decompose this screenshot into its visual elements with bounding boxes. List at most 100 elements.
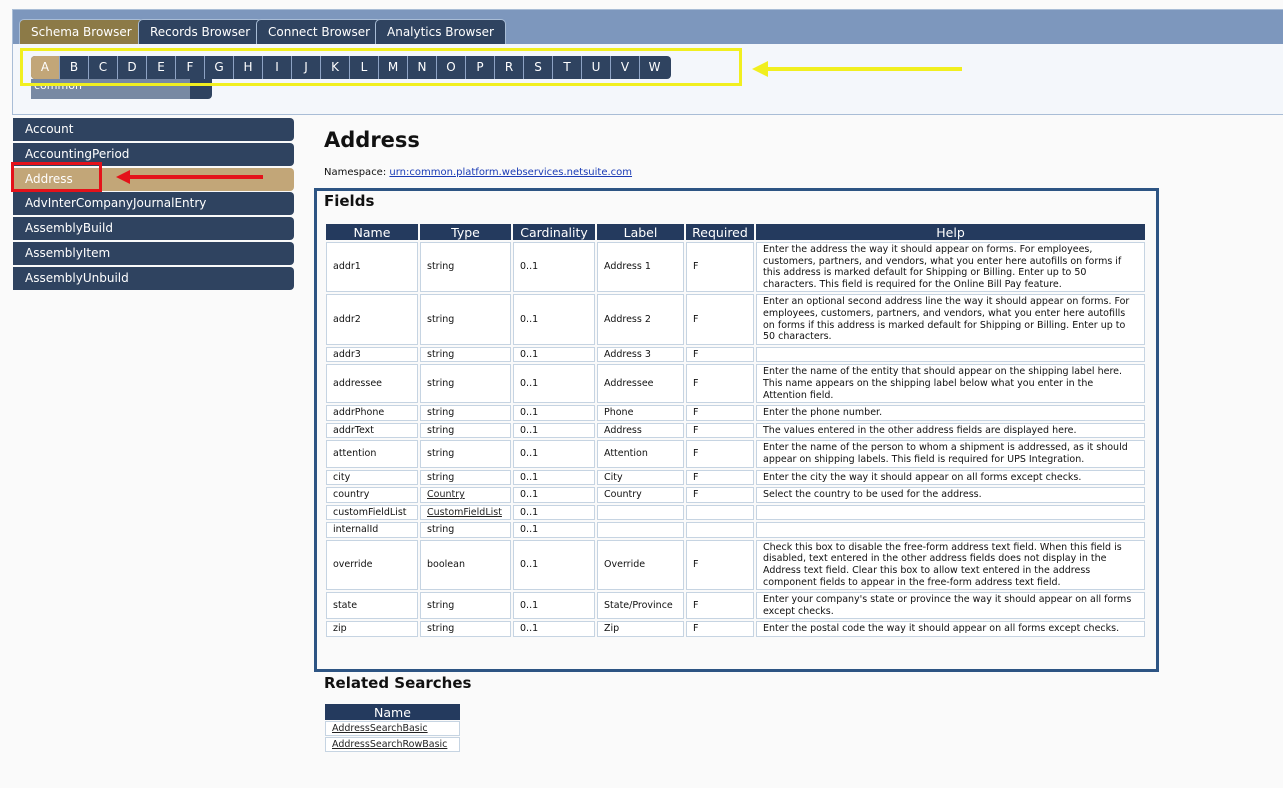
column-header-help: Help xyxy=(756,224,1145,240)
cell-type: string xyxy=(420,522,511,538)
related-column-header: Name xyxy=(325,704,460,720)
related-row: AddressSearchRowBasic xyxy=(325,737,460,752)
field-row-internalid: internalId string 0..1 xyxy=(326,522,1145,538)
namespace-line: Namespace: urn:common.platform.webservic… xyxy=(324,167,632,178)
cell-required: F xyxy=(686,422,754,439)
cell-name: addr1 xyxy=(326,242,418,293)
cell-help xyxy=(756,522,1145,538)
type-link[interactable]: CustomFieldList xyxy=(427,507,502,518)
fields-heading: Fields xyxy=(324,192,375,210)
cell-cardinality: 0..1 xyxy=(513,405,595,421)
sidebar-item-assemblyitem[interactable]: AssemblyItem xyxy=(13,241,294,265)
cell-label: Override xyxy=(597,539,684,591)
related-row: AddressSearchBasic xyxy=(325,721,460,736)
cell-help: The values entered in the other address … xyxy=(756,422,1145,439)
cell-cardinality: 0..1 xyxy=(513,440,595,468)
record-type-list: Account AccountingPeriod Address AdvInterCo… xyxy=(13,118,294,292)
type-link[interactable]: Country xyxy=(427,489,465,500)
column-header-type: Type xyxy=(420,224,511,240)
cell-required: F xyxy=(686,621,754,638)
field-row-state: state string 0..1 State/Province F Enter your… xyxy=(326,592,1145,620)
column-header-required: Required xyxy=(686,224,754,240)
cell-required xyxy=(686,522,754,538)
sidebar-item-assemblyunbuild[interactable]: AssemblyUnbuild xyxy=(13,266,294,290)
sidebar-item-assemblybuild[interactable]: AssemblyBuild xyxy=(13,217,294,241)
cell-help: Enter the city the way it should appear … xyxy=(756,469,1145,486)
cell-label: Address 2 xyxy=(597,294,684,345)
fields-table: Name Type Cardinality Label Required Hel… xyxy=(324,222,1147,639)
cell-required: F xyxy=(686,405,754,421)
cell-help xyxy=(756,346,1145,363)
field-row-addr2: addr2 string 0..1 Address 2 F Enter an option… xyxy=(326,294,1145,345)
sidebar-item-account[interactable]: Account xyxy=(13,118,294,141)
tab-analytics-browser[interactable]: Analytics Browser xyxy=(375,19,506,44)
cell-required: F xyxy=(686,364,754,404)
cell-help: Check this box to disable the free-form … xyxy=(756,539,1145,591)
cell-cardinality: 0..1 xyxy=(513,504,595,521)
field-row-customfieldlist: customFieldList CustomFieldList 0..1 xyxy=(326,504,1145,521)
cell-name: customFieldList xyxy=(326,504,418,521)
cell-help: Enter your company's state or province t… xyxy=(756,592,1145,620)
related-searches-table: Name AddressSearchBasic AddressSearchRowB… xyxy=(324,703,461,753)
tab-records-browser[interactable]: Records Browser xyxy=(138,19,263,44)
cell-cardinality: 0..1 xyxy=(513,522,595,538)
cell-label: State/Province xyxy=(597,592,684,620)
cell-required: F xyxy=(686,487,754,503)
sidebar-item-advintercompanyjournalentry[interactable]: AdvInterCompanyJournalEntry xyxy=(13,192,294,216)
cell-help: Enter an optional second address line th… xyxy=(756,294,1145,345)
red-highlight-box xyxy=(11,162,102,192)
related-search-link[interactable]: AddressSearchRowBasic xyxy=(332,739,447,750)
cell-help: Enter the name of the entity that should… xyxy=(756,364,1145,404)
namespace-link[interactable]: urn:common.platform.webservices.netsuite… xyxy=(389,167,632,178)
field-row-addrphone: addrPhone string 0..1 Phone F Enter the phone… xyxy=(326,405,1145,421)
field-row-country: country Country 0..1 Country F Select the cou… xyxy=(326,487,1145,503)
field-row-addressee: addressee string 0..1 Addressee F Enter the n… xyxy=(326,364,1145,404)
cell-cardinality: 0..1 xyxy=(513,422,595,439)
cell-type: string xyxy=(420,405,511,421)
cell-name: city xyxy=(326,469,418,486)
cell-name: state xyxy=(326,592,418,620)
related-search-link[interactable]: AddressSearchBasic xyxy=(332,723,428,734)
red-arrow-icon xyxy=(116,170,263,184)
cell-cardinality: 0..1 xyxy=(513,592,595,620)
field-row-addrtext: addrText string 0..1 Address F The values ent… xyxy=(326,422,1145,439)
cell-help: Select the country to be used for the ad… xyxy=(756,487,1145,503)
cell-type: boolean xyxy=(420,539,511,591)
cell-label: Country xyxy=(597,487,684,503)
cell-type: string xyxy=(420,621,511,638)
tab-connect-browser[interactable]: Connect Browser xyxy=(256,19,383,44)
cell-label: Phone xyxy=(597,405,684,421)
cell-name: internalId xyxy=(326,522,418,538)
cell-cardinality: 0..1 xyxy=(513,487,595,503)
cell-type: string xyxy=(420,346,511,363)
field-row-zip: zip string 0..1 Zip F Enter the postal code t… xyxy=(326,621,1145,638)
field-row-addr1: addr1 string 0..1 Address 1 F Enter the addre… xyxy=(326,242,1145,293)
cell-type: string xyxy=(420,469,511,486)
cell-label: Address xyxy=(597,422,684,439)
page-title: Address xyxy=(324,128,420,152)
cell-name: addr2 xyxy=(326,294,418,345)
cell-label: Address 3 xyxy=(597,346,684,363)
cell-required: F xyxy=(686,440,754,468)
cell-required: F xyxy=(686,469,754,486)
cell-cardinality: 0..1 xyxy=(513,242,595,293)
cell-cardinality: 0..1 xyxy=(513,539,595,591)
cell-type: CustomFieldList xyxy=(420,504,511,521)
cell-name: addr3 xyxy=(326,346,418,363)
cell-type: Country xyxy=(420,487,511,503)
field-row-override: override boolean 0..1 Override F Check this b… xyxy=(326,539,1145,591)
cell-help xyxy=(756,504,1145,521)
cell-type: string xyxy=(420,294,511,345)
tab-schema-browser[interactable]: Schema Browser xyxy=(19,19,144,44)
cell-cardinality: 0..1 xyxy=(513,294,595,345)
cell-required xyxy=(686,504,754,521)
field-row-attention: attention string 0..1 Attention F Enter the n… xyxy=(326,440,1145,468)
fields-header-row: Name Type Cardinality Label Required Hel… xyxy=(326,224,1145,240)
cell-label xyxy=(597,522,684,538)
cell-label: Attention xyxy=(597,440,684,468)
column-header-label: Label xyxy=(597,224,684,240)
cell-help: Enter the name of the person to whom a s… xyxy=(756,440,1145,468)
cell-label xyxy=(597,504,684,521)
cell-name: country xyxy=(326,487,418,503)
cell-cardinality: 0..1 xyxy=(513,621,595,638)
